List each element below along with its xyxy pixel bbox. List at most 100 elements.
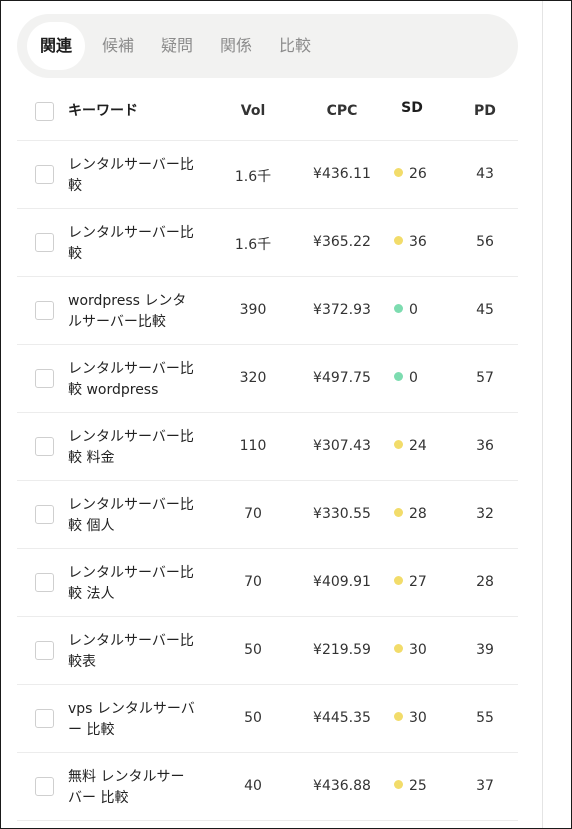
sd-cell: 25 [394,778,444,794]
keyword-tab-bar: 関連 候補 疑問 関係 比較 [17,14,518,78]
cpc-cell: ¥372.93 [313,302,371,318]
sd-cell: 28 [394,506,444,522]
pd-cell: 32 [476,506,494,522]
table-row[interactable]: レンタルサーバー比較 料金 110 ¥307.43 24 36 [17,413,518,481]
table-body: レンタルサーバー比較 1.6千 ¥436.11 26 43 レンタルサーバー比較 1.6千 ¥… [17,141,518,821]
pd-cell: 55 [476,710,494,726]
panel-edge [542,1,543,828]
pd-cell: 37 [476,778,494,794]
sd-cell: 36 [394,234,444,250]
table-row[interactable]: レンタルサーバー比較 1.6千 ¥365.22 36 56 [17,209,518,277]
table-row[interactable]: レンタルサーバー比較表 50 ¥219.59 30 39 [17,617,518,685]
difficulty-dot-icon [394,168,403,177]
keyword-cell[interactable]: レンタルサーバー比較 wordpress [68,359,198,401]
cpc-cell: ¥436.88 [313,778,371,794]
keyword-cell[interactable]: レンタルサーバー比較 [68,223,198,265]
vol-cell: 50 [244,642,262,658]
tab-comparison[interactable]: 比較 [266,22,324,70]
vol-cell: 50 [244,710,262,726]
table-row[interactable]: レンタルサーバー比較 wordpress 320 ¥497.75 0 57 [17,345,518,413]
cpc-cell: ¥219.59 [313,642,371,658]
sd-cell: 27 [394,574,444,590]
difficulty-dot-icon [394,712,403,721]
row-checkbox[interactable] [35,369,54,388]
vol-cell: 40 [244,778,262,794]
row-checkbox[interactable] [35,165,54,184]
vol-cell: 1.6千 [234,237,272,253]
difficulty-dot-icon [394,304,403,313]
vol-cell: 70 [244,574,262,590]
pd-cell: 57 [476,370,494,386]
sd-value: 24 [409,438,427,454]
table-row[interactable]: レンタルサーバー比較 個人 70 ¥330.55 28 32 [17,481,518,549]
column-header-sd[interactable]: SD [389,100,435,116]
vol-cell: 320 [239,370,267,386]
keyword-cell[interactable]: レンタルサーバー比較 [68,155,198,197]
column-header-cpc[interactable]: CPC [307,103,377,119]
keyword-cell[interactable]: レンタルサーバー比較 個人 [68,495,198,537]
difficulty-dot-icon [394,780,403,789]
difficulty-dot-icon [394,644,403,653]
tab-suggestions[interactable]: 候補 [89,22,147,70]
row-checkbox[interactable] [35,641,54,660]
column-header-keyword[interactable]: キーワード [68,100,138,120]
row-checkbox[interactable] [35,301,54,320]
cpc-cell: ¥307.43 [313,438,371,454]
sd-value: 30 [409,710,427,726]
select-all-checkbox[interactable] [35,102,54,121]
tab-relations[interactable]: 関係 [207,22,265,70]
row-checkbox[interactable] [35,437,54,456]
sd-cell: 24 [394,438,444,454]
tab-related[interactable]: 関連 [27,22,85,70]
table-row[interactable]: レンタルサーバー比較 1.6千 ¥436.11 26 43 [17,141,518,209]
table-row[interactable]: 無料 レンタルサーバー 比較 40 ¥436.88 25 37 [17,753,518,821]
tab-questions[interactable]: 疑問 [148,22,206,70]
keyword-cell[interactable]: レンタルサーバー比較表 [68,631,198,673]
vol-cell: 1.6千 [234,169,272,185]
table-row[interactable]: vps レンタルサーバー 比較 50 ¥445.35 30 55 [17,685,518,753]
sd-value: 25 [409,778,427,794]
pd-cell: 43 [476,166,494,182]
vol-cell: 390 [239,302,267,318]
pd-cell: 36 [476,438,494,454]
cpc-cell: ¥409.91 [313,574,371,590]
vol-cell: 70 [244,506,262,522]
sd-value: 26 [409,166,427,182]
table-row[interactable]: レンタルサーバー比較 法人 70 ¥409.91 27 28 [17,549,518,617]
keyword-cell[interactable]: レンタルサーバー比較 料金 [68,427,198,469]
sd-value: 30 [409,642,427,658]
keyword-cell[interactable]: レンタルサーバー比較 法人 [68,563,198,605]
row-checkbox[interactable] [35,505,54,524]
keyword-cell[interactable]: vps レンタルサーバー 比較 [68,699,198,741]
row-checkbox[interactable] [35,233,54,252]
row-checkbox[interactable] [35,573,54,592]
difficulty-dot-icon [394,440,403,449]
sd-value: 0 [409,370,418,386]
table-row[interactable]: wordpress レンタルサーバー比較 390 ¥372.93 0 45 [17,277,518,345]
pd-cell: 56 [476,234,494,250]
keyword-cell[interactable]: wordpress レンタルサーバー比較 [68,291,198,333]
row-checkbox[interactable] [35,777,54,796]
difficulty-dot-icon [394,508,403,517]
cpc-cell: ¥436.11 [313,166,371,182]
column-header-vol[interactable]: Vol [217,103,289,119]
cpc-cell: ¥330.55 [313,506,371,522]
cpc-cell: ¥445.35 [313,710,371,726]
sd-cell: 0 [394,370,444,386]
sd-cell: 30 [394,642,444,658]
table-header: キーワード Vol CPC SD PD [17,78,518,141]
difficulty-dot-icon [394,576,403,585]
row-checkbox[interactable] [35,709,54,728]
sd-cell: 26 [394,166,444,182]
pd-cell: 28 [476,574,494,590]
keyword-table: キーワード Vol CPC SD PD レンタルサーバー比較 1.6千 ¥436.1… [17,78,518,821]
sd-value: 27 [409,574,427,590]
column-header-pd[interactable]: PD [467,103,503,119]
difficulty-dot-icon [394,236,403,245]
keyword-cell[interactable]: 無料 レンタルサーバー 比較 [68,767,198,809]
sd-value: 36 [409,234,427,250]
sd-cell: 30 [394,710,444,726]
difficulty-dot-icon [394,372,403,381]
pd-cell: 45 [476,302,494,318]
vol-cell: 110 [239,438,267,454]
